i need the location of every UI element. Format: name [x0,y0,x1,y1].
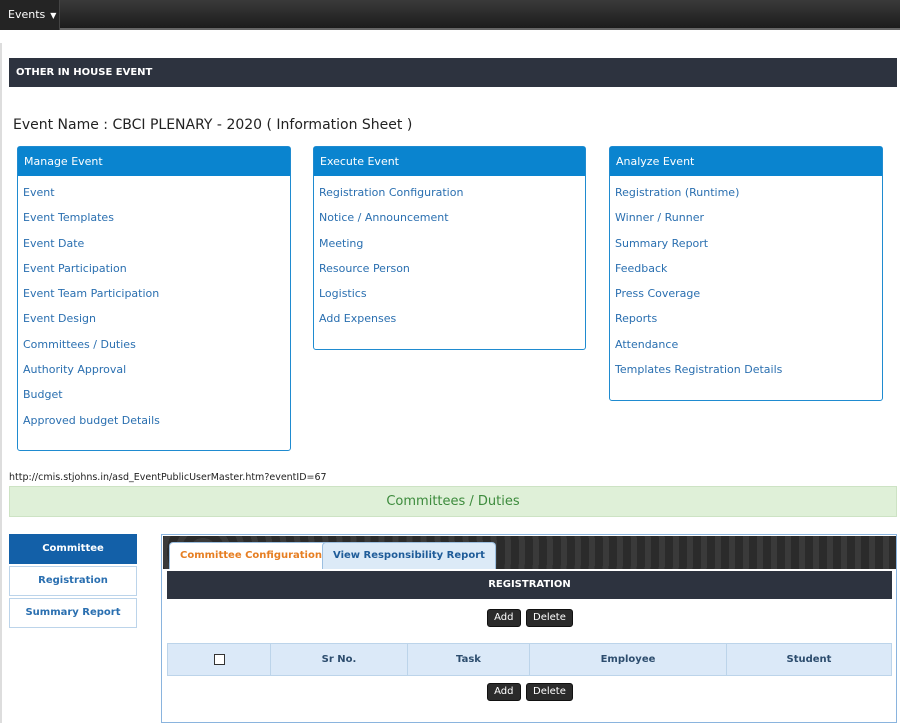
manage-link-event-date[interactable]: Event Date [23,231,290,256]
delete-button-bottom[interactable]: Delete [526,683,573,701]
analyze-event-header: Analyze Event [610,147,882,176]
select-all-column [168,644,271,675]
manage-event-panel: Manage Event Event Event Templates Event… [17,146,291,451]
section-title-bar: OTHER IN HOUSE EVENT [9,58,897,87]
status-url: http://cmis.stjohns.in/asd_EventPublicUs… [9,472,327,483]
add-button-top[interactable]: Add [487,609,521,627]
analyze-link-attendance[interactable]: Attendance [615,332,882,357]
column-employee: Employee [530,644,727,675]
manage-link-event-team-participation[interactable]: Event Team Participation [23,281,290,306]
events-menu[interactable]: Events ▼ [0,0,60,30]
analyze-event-panel: Analyze Event Registration (Runtime) Win… [609,146,883,401]
delete-button-top[interactable]: Delete [526,609,573,627]
column-task: Task [408,644,530,675]
execute-link-registration-configuration[interactable]: Registration Configuration [319,180,585,205]
committee-content-panel: Committee Configuration View Responsibil… [161,534,897,723]
bottom-button-row: Add Delete [162,683,898,701]
events-menu-label: Events [8,8,46,21]
manage-link-event-participation[interactable]: Event Participation [23,256,290,281]
analyze-link-reports[interactable]: Reports [615,306,882,331]
manage-link-committees-duties[interactable]: Committees / Duties [23,332,290,357]
manage-link-event-design[interactable]: Event Design [23,306,290,331]
committees-duties-banner: Committees / Duties [9,486,897,517]
top-button-row: Add Delete [162,609,898,627]
analyze-link-templates-registration-details[interactable]: Templates Registration Details [615,357,882,382]
add-button-bottom[interactable]: Add [487,683,521,701]
column-sr-no: Sr No. [271,644,408,675]
manage-link-authority-approval[interactable]: Authority Approval [23,357,290,382]
execute-link-meeting[interactable]: Meeting [319,231,585,256]
column-student: Student [786,654,832,665]
left-border [0,43,2,723]
analyze-link-summary-report[interactable]: Summary Report [615,231,882,256]
tab-bar: Committee Configuration View Responsibil… [163,536,896,569]
dropdown-caret-icon: ▼ [50,11,57,20]
manage-link-budget[interactable]: Budget [23,382,290,407]
execute-event-header: Execute Event [314,147,585,176]
execute-link-notice-announcement[interactable]: Notice / Announcement [319,205,585,230]
tab-committee-configuration[interactable]: Committee Configuration [169,542,333,569]
tab-view-responsibility-report[interactable]: View Responsibility Report [322,542,496,569]
top-menu-bar: Events ▼ [0,0,900,30]
analyze-link-feedback[interactable]: Feedback [615,256,882,281]
select-all-checkbox[interactable] [213,653,225,665]
execute-link-resource-person[interactable]: Resource Person [319,256,585,281]
side-nav: Committee Registration Summary Report [9,534,137,630]
registration-header: REGISTRATION [167,571,892,599]
execute-link-add-expenses[interactable]: Add Expenses [319,306,585,331]
execute-event-panel: Execute Event Registration Configuration… [313,146,586,350]
manage-link-event[interactable]: Event [23,180,290,205]
event-name-heading: Event Name : CBCI PLENARY - 2020 ( Infor… [13,117,413,133]
registration-grid-header: Sr No. Task Employee Student [167,643,892,676]
manage-event-header: Manage Event [18,147,290,176]
execute-link-logistics[interactable]: Logistics [319,281,585,306]
side-nav-committee[interactable]: Committee [9,534,137,564]
manage-link-approved-budget-details[interactable]: Approved budget Details [23,408,290,433]
analyze-link-registration-runtime[interactable]: Registration (Runtime) [615,180,882,205]
side-nav-summary-report[interactable]: Summary Report [9,598,137,628]
manage-link-event-templates[interactable]: Event Templates [23,205,290,230]
analyze-link-winner-runner[interactable]: Winner / Runner [615,205,882,230]
analyze-link-press-coverage[interactable]: Press Coverage [615,281,882,306]
side-nav-registration[interactable]: Registration [9,566,137,596]
